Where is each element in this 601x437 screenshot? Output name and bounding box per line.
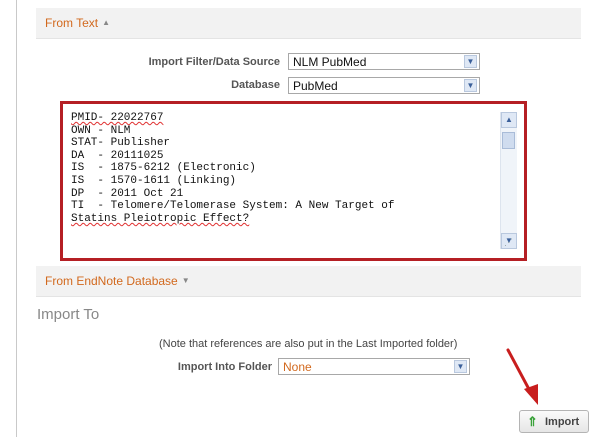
highlight-box: PMID- 22022767 OWN - NLM STAT- Publisher… <box>60 101 527 261</box>
scroll-thumb[interactable] <box>502 132 515 149</box>
resize-grip-icon[interactable]: ⋰ <box>504 237 513 248</box>
database-value: PubMed <box>293 79 338 93</box>
import-filter-select[interactable]: NLM PubMed ▼ <box>288 53 480 70</box>
text-line: Statins Pleiotropic Effect? <box>71 212 250 225</box>
database-select[interactable]: PubMed ▼ <box>288 77 480 94</box>
caret-down-icon: ▼ <box>181 276 190 285</box>
text-line-pmid: PMID- 22022767 <box>71 112 164 124</box>
from-text-toggle[interactable]: From Text ▲ <box>45 16 110 30</box>
from-text-title: From Text <box>45 16 99 30</box>
import-into-folder-label: Import Into Folder <box>177 361 272 373</box>
up-arrow-icon: ⇑ <box>527 414 538 429</box>
from-text-section-header[interactable]: From Text ▲ <box>36 8 581 39</box>
left-divider <box>16 0 17 437</box>
import-to-heading: Import To <box>37 306 100 323</box>
from-endnote-title: From EndNote Database <box>45 274 178 288</box>
import-text-area[interactable]: PMID- 22022767 OWN - NLM STAT- Publisher… <box>71 112 502 252</box>
chevron-down-icon: ▼ <box>464 55 477 68</box>
import-filter-label: Import Filter/Data Source <box>148 56 280 68</box>
chevron-down-icon: ▼ <box>454 360 467 373</box>
from-endnote-toggle[interactable]: From EndNote Database ▼ <box>45 274 190 288</box>
import-button[interactable]: ⇑ Import <box>519 410 589 433</box>
last-imported-note: (Note that references are also put in th… <box>159 338 458 350</box>
text-line: STAT- Publisher <box>71 137 171 150</box>
text-line: IS - 1570-1611 (Linking) <box>71 174 237 187</box>
import-folder-select[interactable]: None ▼ <box>278 358 470 375</box>
text-line: PMID- 22022767 <box>71 112 163 124</box>
scroll-up-icon[interactable]: ▲ <box>501 112 517 128</box>
text-line: IS - 1875-6212 (Electronic) <box>71 162 256 175</box>
import-button-label: Import <box>545 416 580 428</box>
text-line: OWN - NLM <box>71 124 131 137</box>
chevron-down-icon: ▼ <box>464 79 477 92</box>
database-label: Database <box>231 79 280 91</box>
import-folder-value: None <box>283 360 312 374</box>
caret-up-icon: ▲ <box>102 18 111 27</box>
vertical-scrollbar[interactable]: ▲ ▼ <box>500 112 517 249</box>
text-line: TI - Telomere/Telomerase System: A New T… <box>71 200 395 213</box>
annotation-arrow-icon <box>506 348 538 405</box>
text-line: DA - 20111025 <box>71 149 164 162</box>
text-line: DP - 2011 Oct 21 <box>71 187 184 200</box>
from-endnote-section-header[interactable]: From EndNote Database ▼ <box>36 266 581 297</box>
import-filter-value: NLM PubMed <box>293 55 367 69</box>
